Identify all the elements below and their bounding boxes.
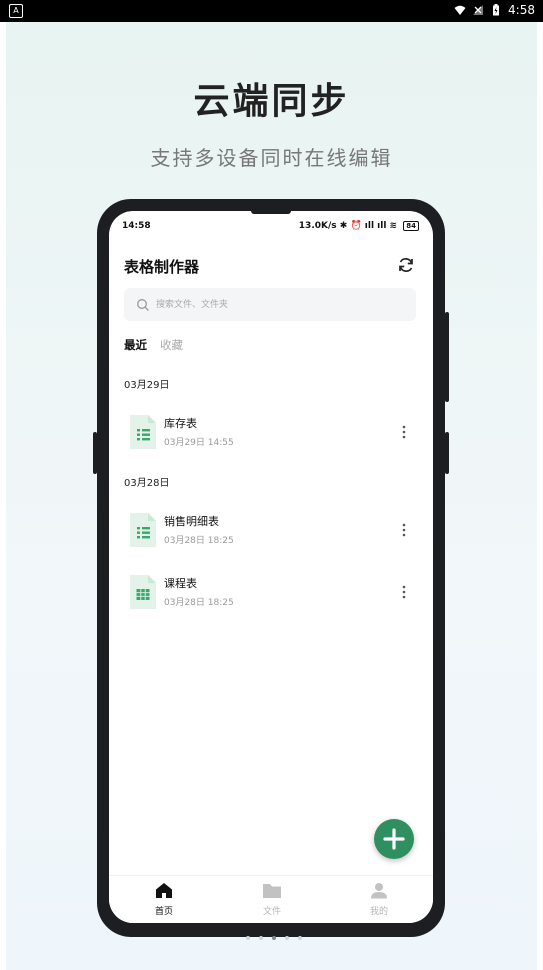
file-row[interactable]: 销售明细表 03月28日 18:25 [109, 509, 433, 557]
phone-status-bar: 14:58 13.0K/s ✱ ⏰ ıll ıll ≋ 84 [109, 211, 433, 237]
file-modified-time: 03月29日 14:55 [164, 438, 234, 448]
tab-favorites[interactable]: 收藏 [160, 337, 183, 353]
file-modified-time: 03月28日 18:25 [164, 598, 234, 608]
search-icon [137, 298, 149, 311]
profile-icon [371, 883, 387, 899]
file-modified-time: 03月28日 18:25 [164, 536, 234, 546]
file-row[interactable]: 课程表 03月28日 18:25 [109, 571, 433, 619]
promo-headline: 云端同步 [193, 81, 350, 122]
group-date-header: 03月28日 [124, 478, 170, 489]
nav-home[interactable]: 首页 [134, 882, 194, 917]
signal-icon [473, 5, 484, 15]
file-name: 课程表 [164, 577, 197, 590]
promo-subline: 支持多设备同时在线编辑 [150, 146, 393, 170]
phone-clock: 14:58 [122, 221, 151, 231]
more-options-icon[interactable] [399, 584, 409, 600]
nav-files-label: 文件 [262, 907, 281, 917]
sheet-list-icon [130, 513, 156, 547]
add-file-button[interactable] [374, 819, 414, 859]
page-dot-active[interactable] [272, 936, 276, 940]
nav-files[interactable]: 文件 [242, 882, 302, 917]
file-tabs: 最近 收藏 [124, 337, 183, 353]
home-icon [156, 883, 172, 898]
nav-profile-label: 我的 [369, 907, 388, 917]
phone-battery-icon: 84 [403, 221, 419, 231]
page-dot[interactable] [259, 936, 263, 940]
more-options-icon[interactable] [399, 522, 409, 538]
battery-icon [493, 4, 500, 16]
page-dot[interactable] [246, 936, 250, 940]
sync-icon[interactable] [397, 256, 415, 274]
system-status-bar: A 4:58 [0, 0, 543, 22]
app-title: 表格制作器 [124, 258, 200, 276]
plus-icon [383, 828, 405, 850]
file-row[interactable]: 库存表 03月29日 14:55 [109, 411, 433, 459]
app-badge-icon: A [9, 4, 23, 18]
phone-screen: 14:58 13.0K/s ✱ ⏰ ıll ıll ≋ 84 表格制作器 搜索文… [109, 211, 433, 923]
phone-volume-button [93, 432, 97, 474]
wifi-icon [454, 5, 466, 15]
sheet-grid-icon [130, 575, 156, 609]
tab-recent[interactable]: 最近 [124, 337, 147, 353]
nav-profile[interactable]: 我的 [349, 882, 409, 917]
page-dot[interactable] [285, 936, 289, 940]
search-input[interactable] [154, 298, 398, 311]
group-date-header: 03月29日 [124, 380, 170, 391]
net-speed: 13.0K/s [298, 221, 337, 231]
status-glyphs-icon: ✱ ⏰ ıll ıll ≋ [339, 221, 398, 231]
phone-side-button [445, 432, 449, 474]
sheet-list-icon [130, 415, 156, 449]
file-name: 库存表 [164, 417, 197, 430]
promo-page: 云端同步 支持多设备同时在线编辑 14:58 13.0K/s ✱ ⏰ ıll ı… [6, 22, 537, 970]
phone-mockup: 14:58 13.0K/s ✱ ⏰ ıll ıll ≋ 84 表格制作器 搜索文… [93, 199, 449, 937]
bottom-nav: 首页 文件 我的 [109, 875, 433, 923]
page-indicator [246, 936, 302, 940]
search-bar[interactable] [124, 288, 416, 321]
more-options-icon[interactable] [399, 424, 409, 440]
folder-icon [263, 884, 281, 898]
system-clock: 4:58 [508, 3, 535, 17]
phone-power-button [445, 312, 449, 402]
phone-status-indicators: 13.0K/s ✱ ⏰ ıll ıll ≋ 84 [299, 221, 419, 231]
file-name: 销售明细表 [164, 515, 219, 528]
page-dot[interactable] [298, 936, 302, 940]
nav-home-label: 首页 [154, 907, 173, 917]
